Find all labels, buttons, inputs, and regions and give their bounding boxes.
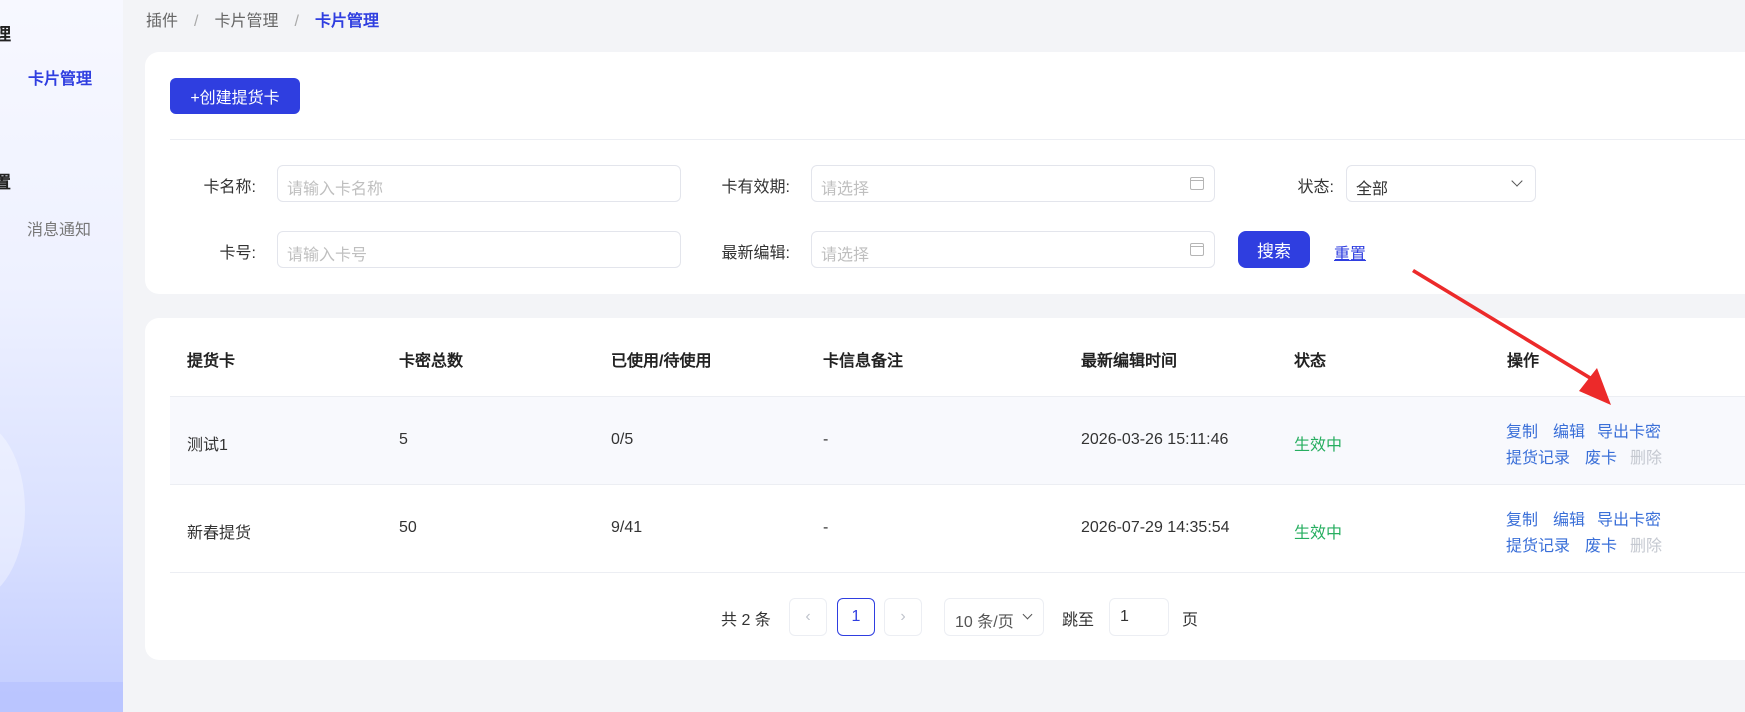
breadcrumb-item-plugins[interactable]: 插件 bbox=[146, 13, 178, 30]
sidebar: 理 卡片管理 置 消息通知 bbox=[0, 0, 123, 712]
create-card-button[interactable]: +创建提货卡 bbox=[170, 78, 300, 114]
sidebar-item-card-management[interactable]: 卡片管理 bbox=[28, 65, 92, 89]
card-no-input[interactable]: 请输入卡号 bbox=[277, 231, 681, 268]
card-no-label: 卡号: bbox=[219, 245, 256, 262]
cell-edit-time: 2026-07-29 14:35:54 bbox=[1081, 519, 1230, 536]
cell-used: 0/5 bbox=[611, 431, 634, 448]
export-keys-link[interactable]: 导出卡密 bbox=[1597, 418, 1661, 442]
cell-edit-time: 2026-03-26 15:11:46 bbox=[1081, 431, 1229, 448]
status-badge: 生效中 bbox=[1294, 437, 1343, 454]
sidebar-item-notifications[interactable]: 消息通知 bbox=[27, 216, 91, 240]
cell-total: 5 bbox=[399, 431, 408, 448]
breadcrumb-item-card-management[interactable]: 卡片管理 bbox=[214, 13, 278, 30]
calendar-icon bbox=[1190, 243, 1204, 256]
search-button[interactable]: 搜索 bbox=[1238, 231, 1310, 268]
export-keys-link[interactable]: 导出卡密 bbox=[1597, 506, 1661, 530]
sidebar-decoration bbox=[0, 420, 25, 600]
cell-note: - bbox=[823, 519, 829, 536]
pagination-next-button[interactable]: › bbox=[884, 598, 922, 636]
status-badge: 生效中 bbox=[1294, 525, 1343, 542]
breadcrumb-separator: / bbox=[294, 13, 299, 30]
last-edit-date-picker[interactable]: 请选择 bbox=[811, 231, 1215, 268]
validity-label: 卡有效期: bbox=[721, 179, 790, 196]
calendar-icon bbox=[1190, 177, 1204, 190]
column-header-status: 状态 bbox=[1294, 353, 1327, 370]
status-select-value: 全部 bbox=[1356, 181, 1389, 198]
page-size-value: 10 条/页 bbox=[955, 614, 1014, 631]
column-header-card: 提货卡 bbox=[187, 353, 236, 370]
breadcrumb-current: 卡片管理 bbox=[314, 13, 379, 30]
chevron-down-icon bbox=[1022, 609, 1033, 620]
breadcrumb: 插件 / 卡片管理 / 卡片管理 bbox=[146, 7, 379, 31]
sidebar-group-label-settings: 置 bbox=[0, 173, 11, 192]
card-name-label: 卡名称: bbox=[203, 179, 256, 196]
column-header-actions: 操作 bbox=[1507, 353, 1540, 370]
column-header-total: 卡密总数 bbox=[399, 353, 464, 370]
pagination-page-1[interactable]: 1 bbox=[837, 598, 875, 636]
last-edit-label: 最新编辑: bbox=[721, 245, 790, 262]
pagination-prev-button[interactable]: ‹ bbox=[789, 598, 827, 636]
jump-to-label: 跳至 bbox=[1062, 612, 1095, 629]
validity-date-picker[interactable]: 请选择 bbox=[811, 165, 1215, 202]
filter-divider bbox=[170, 139, 1745, 140]
delete-link: 删除 bbox=[1630, 450, 1663, 467]
reset-button[interactable]: 重置 bbox=[1334, 240, 1366, 264]
column-header-edit-time: 最新编辑时间 bbox=[1081, 353, 1178, 370]
page-unit-label: 页 bbox=[1182, 612, 1199, 629]
cell-used: 9/41 bbox=[611, 519, 643, 536]
status-label: 状态: bbox=[1297, 179, 1334, 196]
cell-total: 50 bbox=[399, 519, 417, 536]
pickup-records-link[interactable]: 提货记录 bbox=[1506, 532, 1570, 556]
cell-note: - bbox=[823, 431, 829, 448]
cell-card-name: 新春提货 bbox=[187, 525, 252, 542]
status-select[interactable]: 全部 bbox=[1346, 165, 1536, 202]
void-card-link[interactable]: 废卡 bbox=[1585, 532, 1617, 556]
breadcrumb-separator: / bbox=[194, 13, 199, 30]
cell-card-name: 测试1 bbox=[187, 437, 228, 454]
sidebar-bottom-decoration bbox=[0, 682, 123, 712]
validity-placeholder: 请选择 bbox=[821, 181, 870, 198]
void-card-link[interactable]: 废卡 bbox=[1585, 444, 1617, 468]
pickup-records-link[interactable]: 提货记录 bbox=[1506, 444, 1570, 468]
jump-page-input[interactable]: 1 bbox=[1109, 598, 1169, 636]
column-header-used: 已使用/待使用 bbox=[611, 353, 712, 370]
table-bottom-border bbox=[170, 572, 1745, 573]
chevron-down-icon bbox=[1511, 175, 1523, 187]
pagination-total: 共 2 条 bbox=[721, 612, 771, 629]
column-header-note: 卡信息备注 bbox=[823, 353, 904, 370]
last-edit-placeholder: 请选择 bbox=[821, 247, 870, 264]
copy-link[interactable]: 复制 bbox=[1506, 506, 1538, 530]
card-name-input[interactable]: 请输入卡名称 bbox=[277, 165, 681, 202]
page-size-select[interactable]: 10 条/页 bbox=[944, 598, 1044, 636]
edit-link[interactable]: 编辑 bbox=[1553, 506, 1585, 530]
sidebar-group-label: 理 bbox=[0, 25, 11, 44]
delete-link: 删除 bbox=[1630, 538, 1663, 555]
copy-link[interactable]: 复制 bbox=[1506, 418, 1538, 442]
edit-link[interactable]: 编辑 bbox=[1553, 418, 1585, 442]
